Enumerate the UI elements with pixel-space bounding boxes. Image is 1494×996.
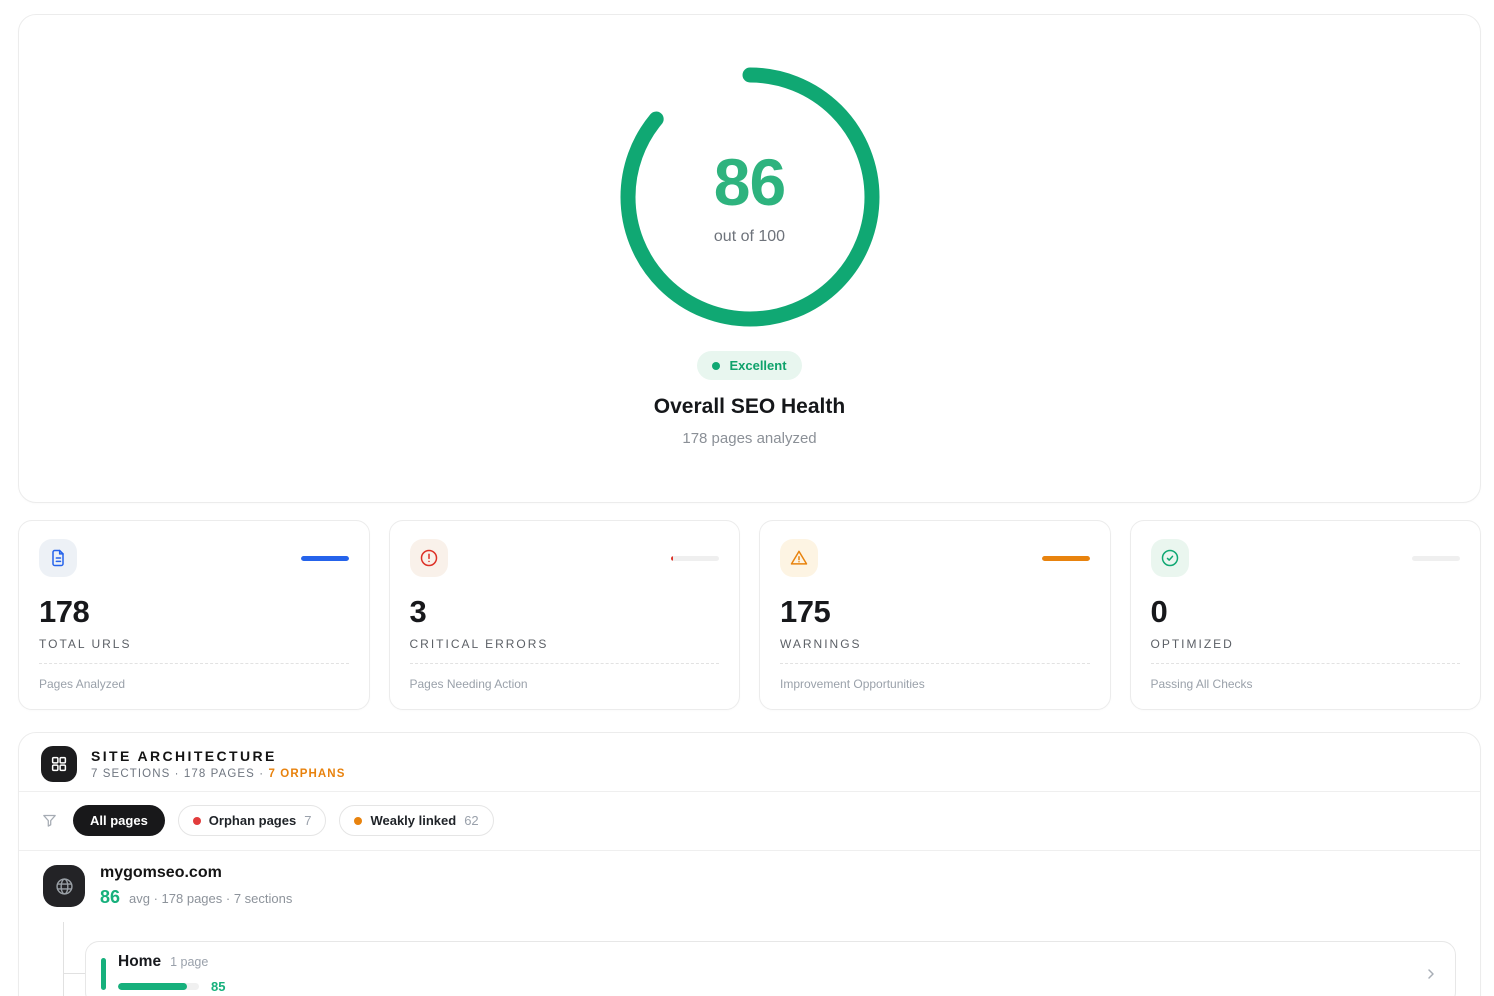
warning-triangle-icon — [780, 539, 818, 577]
stat-card-optimized: 0 OPTIMIZED Passing All Checks — [1130, 520, 1482, 710]
hero-title: Overall SEO Health — [654, 395, 845, 419]
grid-icon — [41, 746, 77, 782]
node-page-count: 1 page — [170, 955, 208, 969]
stat-minibar — [1412, 556, 1460, 561]
section-title: SITE ARCHITECTURE — [91, 748, 345, 764]
node-score-bar — [118, 983, 199, 990]
check-circle-icon — [1151, 539, 1189, 577]
filter-label: Weakly linked — [370, 813, 456, 828]
gauge-score-suffix: out of 100 — [714, 228, 785, 246]
filter-bar: All pages Orphan pages 7 Weakly linked 6… — [19, 792, 1480, 850]
tree-connector-horizontal — [63, 973, 85, 974]
stat-label: WARNINGS — [780, 637, 1090, 651]
stat-value: 175 — [780, 594, 1090, 630]
stat-minibar — [1042, 556, 1090, 561]
stat-card-critical-errors: 3 CRITICAL ERRORS Pages Needing Action — [389, 520, 741, 710]
status-dot-icon — [712, 362, 720, 370]
stat-footer: Improvement Opportunities — [780, 663, 1090, 691]
document-icon — [39, 539, 77, 577]
stat-label: OPTIMIZED — [1151, 637, 1461, 651]
tree-node-home[interactable]: Home 1 page 85 — [85, 941, 1456, 996]
filter-orphan-pages[interactable]: Orphan pages 7 — [178, 805, 327, 836]
filter-all-pages[interactable]: All pages — [73, 805, 165, 836]
stat-label: TOTAL URLS — [39, 637, 349, 651]
filter-count: 7 — [304, 813, 311, 828]
site-root-node[interactable]: mygomseo.com 86 avg · 178 pages · 7 sect… — [43, 864, 292, 908]
seo-dashboard-page: 86 out of 100 Excellent Overall SEO Heal… — [0, 0, 1494, 996]
stat-minibar — [671, 556, 719, 561]
site-domain: mygomseo.com — [100, 864, 292, 882]
globe-icon — [43, 865, 85, 907]
seo-health-card: 86 out of 100 Excellent Overall SEO Heal… — [18, 14, 1481, 503]
node-accent-bar — [101, 958, 106, 990]
status-badge-label: Excellent — [729, 358, 786, 373]
alert-circle-icon — [410, 539, 448, 577]
node-score-value: 85 — [211, 979, 225, 994]
stat-footer: Passing All Checks — [1151, 663, 1461, 691]
status-badge: Excellent — [697, 351, 801, 380]
site-score: 86 — [100, 887, 120, 908]
stat-cards-row: 178 TOTAL URLS Pages Analyzed 3 CRITICAL… — [18, 520, 1481, 710]
seo-health-gauge: 86 out of 100 — [620, 67, 880, 327]
stat-footer: Pages Analyzed — [39, 663, 349, 691]
chevron-right-icon[interactable] — [1423, 966, 1439, 982]
stat-card-total-urls: 178 TOTAL URLS Pages Analyzed — [18, 520, 370, 710]
site-architecture-header: SITE ARCHITECTURE 7 SECTIONS · 178 PAGES… — [19, 733, 1480, 791]
stat-value: 3 — [410, 594, 720, 630]
stat-value: 0 — [1151, 594, 1461, 630]
stat-value: 178 — [39, 594, 349, 630]
section-subtitle: 7 SECTIONS · 178 PAGES · 7 ORPHANS — [91, 768, 345, 780]
filter-count: 62 — [464, 813, 478, 828]
gauge-center: 86 out of 100 — [620, 67, 880, 327]
hero-subtitle: 178 pages analyzed — [682, 430, 816, 447]
subtitle-counts: 7 SECTIONS · 178 PAGES · — [91, 768, 268, 780]
filter-weakly-linked[interactable]: Weakly linked 62 — [339, 805, 493, 836]
filter-label: Orphan pages — [209, 813, 296, 828]
node-title: Home — [118, 953, 161, 971]
gauge-score-value: 86 — [714, 149, 785, 215]
site-architecture-card: SITE ARCHITECTURE 7 SECTIONS · 178 PAGES… — [18, 732, 1481, 996]
stat-minibar — [301, 556, 349, 561]
divider — [19, 850, 1480, 851]
tree-connector-vertical — [63, 922, 64, 996]
site-meta: avg · 178 pages · 7 sections — [129, 891, 292, 906]
orphans-count: 7 ORPHANS — [268, 768, 345, 780]
site-tree: mygomseo.com 86 avg · 178 pages · 7 sect… — [19, 864, 1480, 996]
orange-dot-icon — [354, 817, 362, 825]
stat-footer: Pages Needing Action — [410, 663, 720, 691]
stat-card-warnings: 175 WARNINGS Improvement Opportunities — [759, 520, 1111, 710]
filter-funnel-icon — [41, 812, 58, 829]
stat-label: CRITICAL ERRORS — [410, 637, 720, 651]
red-dot-icon — [193, 817, 201, 825]
